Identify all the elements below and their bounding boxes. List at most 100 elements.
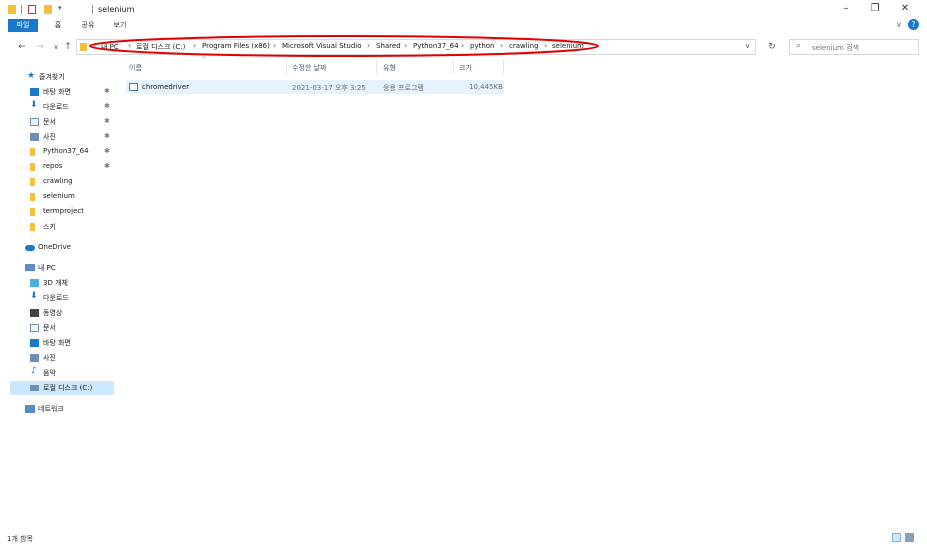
sidebar-item-this-pc[interactable]: 내 PC (0, 261, 118, 275)
tab-file[interactable]: 파일 (8, 19, 38, 32)
forward-icon[interactable]: → (34, 39, 46, 55)
tab-share[interactable]: 공유 (76, 19, 100, 32)
chevron-right-icon[interactable]: › (500, 41, 503, 50)
sidebar-item-termproject[interactable]: termproject (0, 205, 118, 219)
breadcrumb-visual-studio[interactable]: Microsoft Visual Studio (282, 42, 362, 50)
breadcrumb-local-disk[interactable]: 로컬 디스크 (C:) (136, 42, 185, 52)
search-input[interactable]: ⌕ selenium 검색 (789, 39, 919, 55)
chevron-right-icon[interactable]: › (544, 41, 547, 50)
sidebar-item-pictures[interactable]: 사진 ✱ (0, 130, 118, 144)
breadcrumb-program-files[interactable]: Program Files (x86) (202, 42, 270, 50)
sidebar-item-local-disk[interactable]: 로컬 디스크 (C:) (10, 381, 114, 395)
pin-icon[interactable]: ✱ (104, 132, 110, 140)
breadcrumb-this-pc[interactable]: 내 PC (101, 42, 119, 52)
properties-icon[interactable] (28, 5, 36, 14)
drive-icon (30, 385, 39, 391)
sidebar-item-repos[interactable]: repos ✱ (0, 160, 118, 174)
search-icon: ⌕ (796, 41, 802, 51)
refresh-icon[interactable]: ↻ (766, 39, 778, 55)
column-header-name[interactable]: 이름 (129, 63, 142, 73)
file-size: 10,445KB (469, 83, 503, 91)
qat-dropdown-icon[interactable]: ▾ (58, 4, 62, 12)
close-icon[interactable]: ✕ (890, 2, 920, 16)
sidebar-item-onedrive[interactable]: OneDrive (0, 241, 118, 255)
sidebar-item-music[interactable]: ♪ 음악 (0, 366, 118, 380)
sidebar-item-pc-documents[interactable]: 문서 (0, 321, 118, 335)
address-bar[interactable]: › 내 PC › 로컬 디스크 (C:) › Program Files (x8… (76, 39, 756, 55)
pin-icon[interactable]: ✱ (104, 117, 110, 125)
pin-icon[interactable]: ✱ (104, 102, 110, 110)
column-divider[interactable] (453, 60, 454, 74)
sidebar-item-pc-pictures[interactable]: 사진 (0, 351, 118, 365)
download-arrow-icon: ⬇ (30, 291, 38, 301)
large-icons-view-icon[interactable] (905, 533, 914, 542)
table-row[interactable]: chromedriver 2021-03-17 오후 3:25 응용 프로그램 … (126, 80, 504, 94)
sidebar-item-label: 문서 (43, 118, 56, 126)
help-icon[interactable]: ? (908, 19, 919, 30)
sidebar-item-python37[interactable]: Python37_64 ✱ (0, 145, 118, 159)
sidebar-item-downloads[interactable]: ⬇ 다운로드 ✱ (0, 100, 118, 114)
chevron-right-icon[interactable]: › (193, 41, 196, 50)
window-title: selenium (98, 5, 135, 14)
minimize-icon[interactable]: – (831, 2, 861, 16)
sidebar-item-crawling[interactable]: crawling (0, 175, 118, 189)
pictures-icon (30, 133, 39, 141)
details-view-icon[interactable] (892, 533, 901, 542)
sort-arrow-icon: ^ (202, 56, 208, 63)
sidebar-item-network[interactable]: 네트워크 (0, 402, 118, 416)
pin-icon[interactable]: ✱ (104, 87, 110, 95)
folder-icon (30, 163, 35, 171)
breadcrumb-python[interactable]: python (470, 42, 495, 50)
sidebar-item-desktop[interactable]: 바탕 화면 ✱ (0, 85, 118, 99)
sidebar-item-label: 바탕 화면 (43, 339, 71, 347)
breadcrumb-selenium[interactable]: selenium (552, 42, 584, 50)
sidebar-item-documents[interactable]: 문서 ✱ (0, 115, 118, 129)
sidebar-item-label: 다운로드 (43, 294, 69, 302)
download-arrow-icon: ⬇ (30, 100, 38, 110)
folder-icon (30, 208, 35, 216)
divider (92, 5, 93, 14)
tab-home[interactable]: 홈 (48, 19, 68, 32)
pin-icon[interactable]: ✱ (104, 162, 110, 170)
file-type: 응용 프로그램 (383, 84, 424, 92)
chevron-right-icon[interactable]: › (367, 41, 370, 50)
column-divider[interactable] (503, 60, 504, 74)
chevron-right-icon[interactable]: › (461, 41, 464, 50)
recent-dropdown-icon[interactable]: ∨ (50, 39, 62, 55)
breadcrumb-shared[interactable]: Shared (376, 42, 401, 50)
computer-icon (25, 264, 35, 271)
chevron-right-icon[interactable]: › (93, 41, 96, 50)
address-dropdown-icon[interactable]: ∨ (745, 42, 750, 50)
sidebar-item-label: 사진 (43, 133, 56, 141)
restore-icon[interactable]: ❐ (860, 2, 890, 16)
column-divider[interactable] (376, 60, 377, 74)
sidebar-item-label: OneDrive (38, 243, 71, 251)
expand-ribbon-icon[interactable]: ∨ (896, 20, 902, 29)
sidebar-item-pc-downloads[interactable]: ⬇ 다운로드 (0, 291, 118, 305)
chevron-right-icon[interactable]: › (404, 41, 407, 50)
sidebar-item-quick-access[interactable]: ★ 즐겨찾기 (0, 70, 118, 84)
sidebar-item-videos[interactable]: 동영상 (0, 306, 118, 320)
back-icon[interactable]: ← (16, 39, 28, 55)
search-placeholder: selenium 검색 (812, 44, 859, 52)
column-header-type[interactable]: 유형 (383, 63, 396, 73)
new-folder-icon[interactable] (44, 5, 52, 14)
sidebar-item-label: 네트워크 (38, 405, 64, 413)
up-icon[interactable]: ↑ (62, 39, 74, 55)
sidebar-item-pc-desktop[interactable]: 바탕 화면 (0, 336, 118, 350)
column-header-size[interactable]: 크기 (459, 63, 472, 73)
pin-icon[interactable]: ✱ (104, 147, 110, 155)
chevron-right-icon[interactable]: › (128, 41, 131, 50)
sidebar-item-selenium[interactable]: selenium (0, 190, 118, 204)
divider (21, 5, 22, 14)
column-divider[interactable] (286, 60, 287, 74)
column-header-modified[interactable]: 수정한 날짜 (292, 63, 326, 73)
tab-view[interactable]: 보기 (108, 19, 132, 32)
chevron-right-icon[interactable]: › (273, 41, 276, 50)
sidebar-item-3d-objects[interactable]: 3D 개체 (0, 276, 118, 290)
breadcrumb-python37[interactable]: Python37_64 (413, 42, 459, 50)
folder-icon (30, 178, 35, 186)
status-item-count: 1개 항목 (7, 535, 33, 543)
breadcrumb-crawling[interactable]: crawling (509, 42, 539, 50)
sidebar-item-ski[interactable]: 스키 (0, 220, 118, 234)
